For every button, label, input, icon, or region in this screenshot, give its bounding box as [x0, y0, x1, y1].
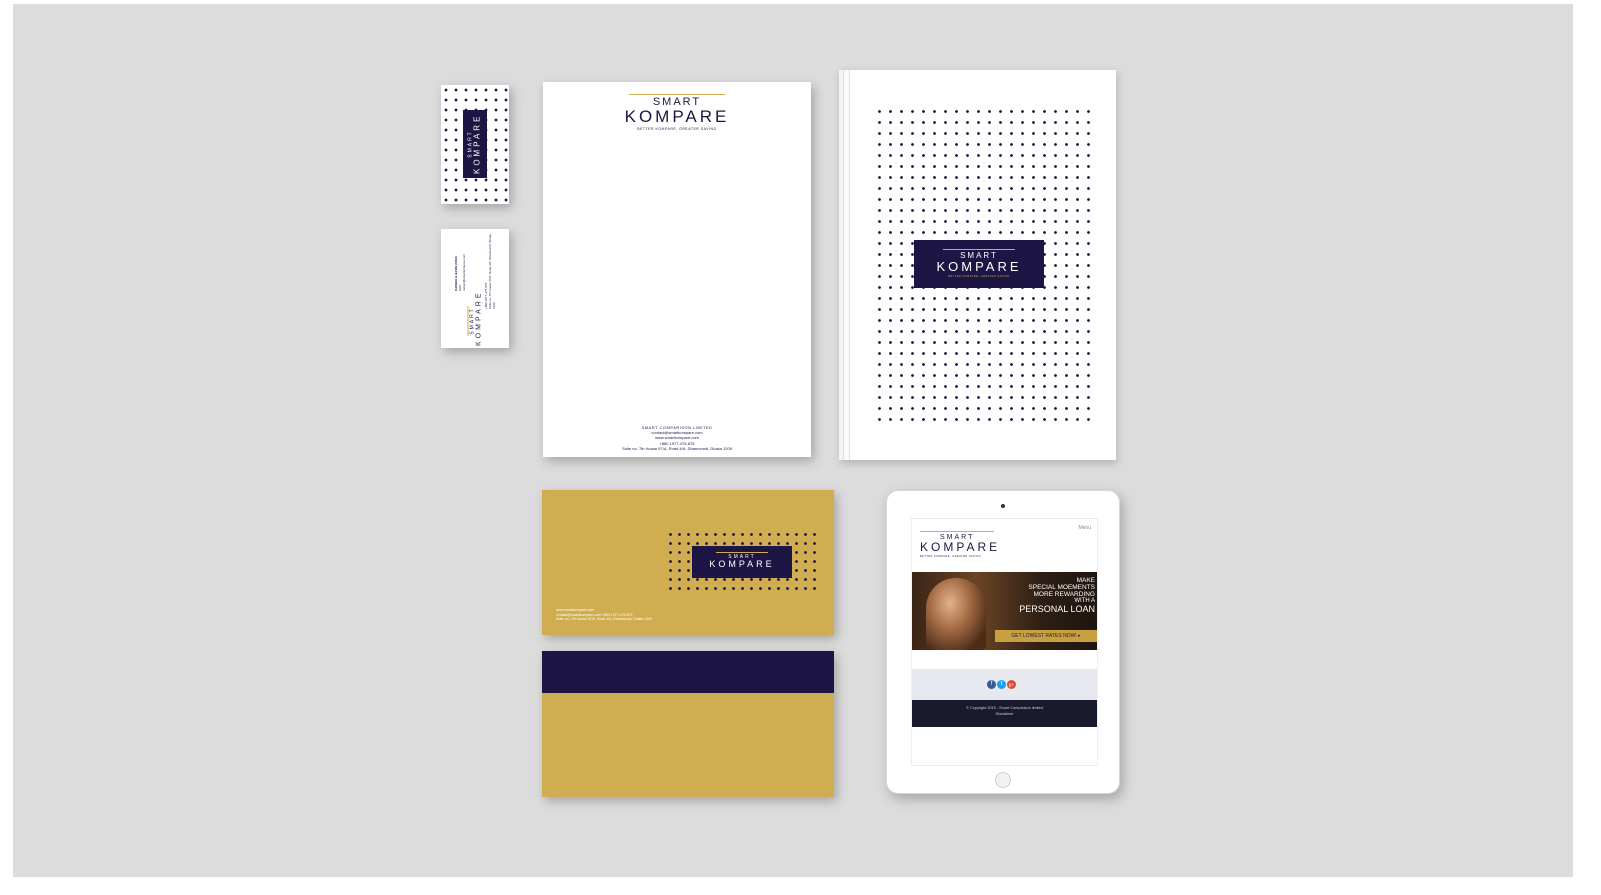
letterhead-footer: SMART COMPARISON LIMITED contact@smartko…: [543, 425, 811, 451]
tablet-device: SMART KOMPARE BETTER KOMPARE, GREATER SA…: [886, 490, 1120, 794]
business-card-front: SMART KOMPARE: [441, 85, 509, 204]
business-card-logo-panel: SMART KOMPARE: [463, 110, 487, 178]
site-nav-menu[interactable]: Menu: [1078, 525, 1091, 531]
envelope-logo-panel: SMART KOMPARE: [692, 546, 792, 578]
hero-banner: MAKE SPECIAL MOEMENTS MORE REWARDING WIT…: [912, 572, 1097, 650]
business-card-back: RAINIER E HASIN (MSR) CEO rainier@smartk…: [441, 229, 509, 348]
hero-line-3: MORE REWARDING: [1033, 590, 1095, 598]
envelope-address: Suite no. 7th House 57/A, Road 4/A, Dhan…: [556, 617, 653, 622]
mockup-scene: SMART KOMPARE RAINIER E HASIN (MSR) CEO …: [13, 4, 1573, 877]
site-header: SMART KOMPARE BETTER KOMPARE, GREATER SA…: [912, 519, 1097, 569]
folder-logo-panel: SMART KOMPARE BETTER KOMPARE, GREATER SA…: [914, 240, 1044, 288]
business-card-logo: SMART KOMPARE: [468, 113, 482, 174]
hero-text: MAKE SPECIAL MOEMENTS MORE REWARDING WIT…: [1019, 577, 1095, 614]
google-plus-icon[interactable]: g+: [1007, 680, 1016, 689]
letterhead-address: Suite no. 7th House 57/A, Road 4/A, Dhan…: [622, 445, 732, 451]
envelope-logo: SMART KOMPARE: [692, 546, 792, 569]
brand-kompare: KOMPARE: [624, 107, 730, 126]
brand-tagline: BETTER KOMPARE, GREATER SAVING: [637, 127, 717, 131]
cta-button[interactable]: GET LOWEST RATES NOW! ▸: [995, 630, 1097, 642]
hero-couple-image: [926, 578, 986, 650]
envelope-back: [542, 651, 834, 797]
footer-disclaimer-link[interactable]: Disclaimer: [912, 711, 1097, 717]
brand-kompare: KOMPARE: [709, 559, 775, 569]
card-email: rainier@smartkompare.com: [461, 253, 466, 291]
hero-line-5: PERSONAL LOAN: [1019, 603, 1095, 614]
site-logo: SMART KOMPARE BETTER KOMPARE, GREATER SA…: [920, 531, 1000, 559]
tablet-home-button: [995, 772, 1011, 788]
twitter-icon[interactable]: t: [997, 680, 1006, 689]
envelope-return-address: www.smartkompare.com contact@smartkompar…: [556, 608, 652, 622]
envelope-front: SMART KOMPARE www.smartkompare.com conta…: [542, 490, 834, 635]
business-card-back-logo: SMART KOMPARE: [467, 290, 483, 347]
tablet-camera: [1001, 504, 1005, 508]
site-footer: © Copyright 2015 - Smart Comparison limi…: [912, 700, 1097, 727]
folder-cover: SMART KOMPARE BETTER KOMPARE, GREATER SA…: [849, 70, 1116, 460]
letterhead: SMART KOMPARE BETTER KOMPARE, GREATER SA…: [543, 82, 811, 457]
letterhead-logo: SMART KOMPARE BETTER KOMPARE, GREATER SA…: [543, 94, 811, 132]
footer-copyright: © Copyright 2015 - Smart Comparison limi…: [966, 706, 1043, 710]
business-card-contact: +880 1977-475-875 Suite no. 7th House 57…: [484, 231, 505, 311]
business-card-details: RAINIER E HASIN (MSR) CEO rainier@smartk…: [454, 231, 485, 291]
brand-tagline: BETTER KOMPARE, GREATER SAVING: [948, 275, 1010, 278]
site-social-bar: f t g+: [912, 669, 1097, 700]
brand-tagline: BETTER KOMPARE, GREATER SAVING: [920, 555, 982, 558]
folder-logo: SMART KOMPARE BETTER KOMPARE, GREATER SA…: [914, 240, 1044, 279]
facebook-icon[interactable]: f: [987, 680, 996, 689]
brand-kompare: KOMPARE: [920, 540, 1001, 554]
envelope-flap-band: [542, 651, 834, 693]
tablet-screen: SMART KOMPARE BETTER KOMPARE, GREATER SA…: [911, 518, 1098, 766]
brand-kompare: KOMPARE: [475, 290, 483, 347]
brand-kompare: KOMPARE: [936, 259, 1022, 274]
brand-kompare: KOMPARE: [472, 113, 482, 174]
card-address: Suite no. 7th House 57/A, Road 4/A, Dhan…: [487, 234, 496, 309]
